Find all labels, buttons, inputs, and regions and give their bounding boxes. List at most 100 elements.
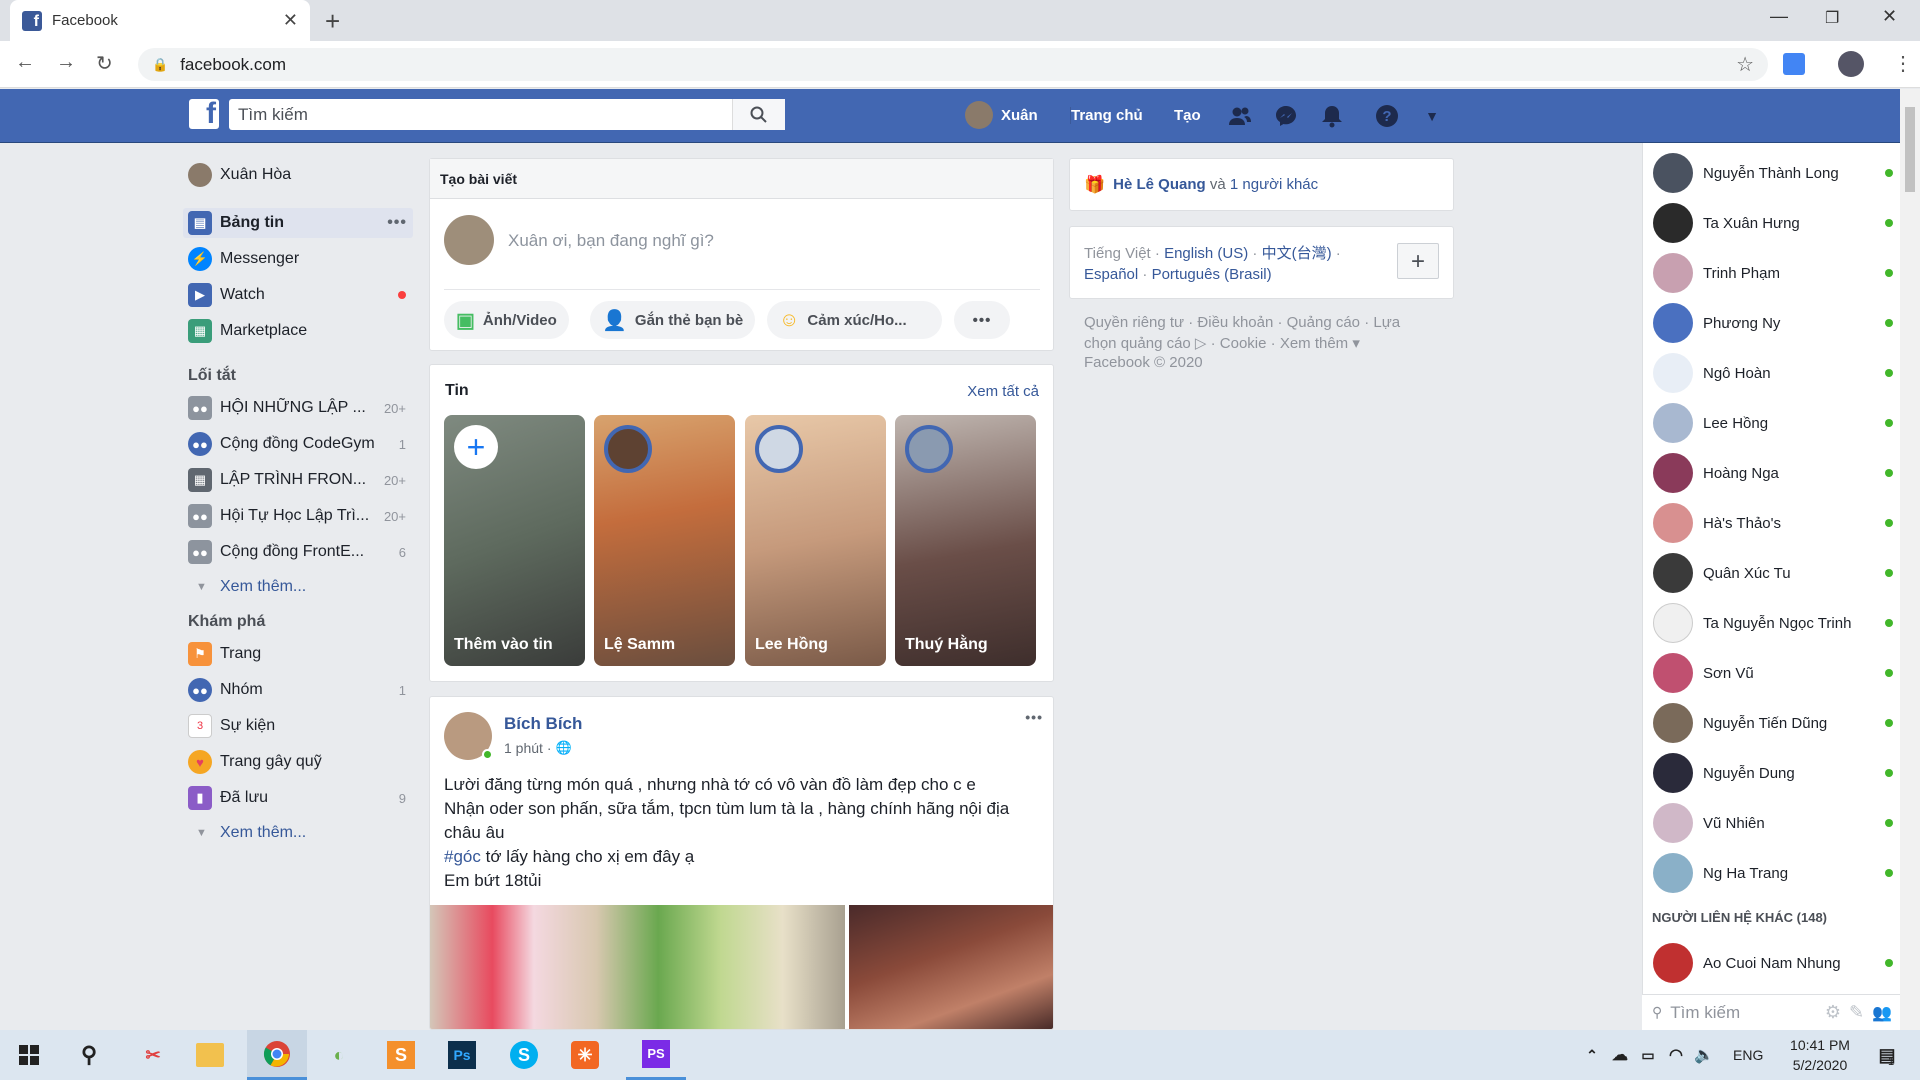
- post-image[interactable]: [849, 905, 1053, 1029]
- home-link[interactable]: Trang chủ: [1070, 107, 1143, 124]
- url-bar[interactable]: 🔒 facebook.com ☆: [138, 48, 1768, 81]
- chat-contact[interactable]: Hà's Thảo's: [1653, 501, 1893, 545]
- close-tab-icon[interactable]: ✕: [283, 10, 298, 31]
- see-more-shortcuts-link[interactable]: ▼ Xem thêm...: [188, 572, 306, 602]
- chat-contact[interactable]: Ao Cuoi Nam Nhung: [1653, 941, 1893, 985]
- clock[interactable]: 10:41 PM 5/2/2020: [1780, 1035, 1860, 1075]
- hashtag-link[interactable]: #góc: [444, 847, 481, 866]
- input-language[interactable]: ENG: [1733, 1047, 1763, 1063]
- chat-contact[interactable]: Quân Xúc Tu: [1653, 551, 1893, 595]
- sidebar-item-marketplace[interactable]: ▦ Marketplace: [188, 316, 307, 346]
- post-options-icon[interactable]: •••: [1025, 709, 1043, 725]
- window-close-icon[interactable]: ✕: [1882, 6, 1897, 27]
- translate-extension-icon[interactable]: [1783, 53, 1805, 75]
- story-item[interactable]: Thuý Hằng: [895, 415, 1036, 666]
- explore-item-saved[interactable]: ▮ Đã lưu 9: [188, 783, 406, 813]
- add-language-button[interactable]: +: [1397, 243, 1439, 279]
- forward-icon[interactable]: →: [56, 51, 76, 74]
- story-add[interactable]: + Thêm vào tin: [444, 415, 585, 666]
- profile-avatar-icon[interactable]: [1838, 51, 1864, 77]
- notifications-bell-icon[interactable]: [1318, 102, 1346, 130]
- chat-contact[interactable]: Ta Xuân Hưng: [1653, 201, 1893, 245]
- chat-contact[interactable]: Nguyễn Dung: [1653, 751, 1893, 795]
- explore-item-pages[interactable]: ⚑ Trang: [188, 639, 406, 669]
- header-profile-link[interactable]: Xuân: [1001, 107, 1038, 124]
- see-more-explore-link[interactable]: ▼ Xem thêm...: [188, 818, 306, 848]
- chat-contact[interactable]: Ta Nguyễn Ngọc Trinh: [1653, 601, 1893, 645]
- page-scrollbar[interactable]: [1900, 89, 1920, 1030]
- xampp-icon[interactable]: ✳: [571, 1041, 599, 1069]
- phpstorm-taskbar-button[interactable]: PS: [626, 1030, 686, 1080]
- coccoc-icon[interactable]: ◐: [322, 1038, 356, 1072]
- story-item[interactable]: Lệ Samm: [594, 415, 735, 666]
- sidebar-item-news-feed[interactable]: ▤ Bảng tin •••: [183, 208, 413, 238]
- photo-video-button[interactable]: ▣ Ảnh/Video: [444, 301, 569, 339]
- browser-tab[interactable]: f Facebook ✕: [10, 0, 310, 41]
- add-story-plus-icon[interactable]: +: [454, 425, 498, 469]
- profile-link[interactable]: Xuân Hòa: [188, 160, 291, 190]
- post-image[interactable]: [430, 905, 845, 1029]
- sublime-text-icon[interactable]: S: [387, 1041, 415, 1069]
- new-message-icon[interactable]: ✎: [1849, 1002, 1864, 1023]
- chat-contact[interactable]: Nguyễn Tiến Dũng: [1653, 701, 1893, 745]
- browser-menu-icon[interactable]: ⋮: [1893, 51, 1913, 76]
- account-menu-chevron-icon[interactable]: ▼: [1418, 102, 1446, 130]
- help-icon[interactable]: ?: [1373, 102, 1401, 130]
- volume-icon[interactable]: 🔈: [1687, 1038, 1721, 1072]
- birthday-others-link[interactable]: 1 người khác: [1230, 176, 1318, 193]
- maximize-icon[interactable]: ❐: [1825, 8, 1839, 28]
- chat-contact[interactable]: Trinh Phạm: [1653, 251, 1893, 295]
- feeling-activity-button[interactable]: ☺ Cảm xúc/Ho...: [767, 301, 942, 339]
- settings-gear-icon[interactable]: ⚙: [1825, 1002, 1841, 1023]
- language-link[interactable]: English (US): [1164, 245, 1248, 262]
- shortcut-item[interactable]: ●● Cộng đồng CodeGym 1: [188, 429, 406, 459]
- story-item[interactable]: Lee Hồng: [745, 415, 886, 666]
- back-icon[interactable]: ←: [15, 51, 35, 74]
- chat-contact[interactable]: Ng Ha Trang: [1653, 851, 1893, 895]
- shortcut-item[interactable]: ●● Cộng đồng FrontE... 6: [188, 537, 406, 567]
- post-author-name[interactable]: Bích Bích: [504, 714, 582, 734]
- minimize-icon[interactable]: —: [1770, 6, 1788, 27]
- file-explorer-icon[interactable]: [196, 1043, 224, 1067]
- chat-contact[interactable]: Ngô Hoàn: [1653, 351, 1893, 395]
- language-link[interactable]: Español: [1084, 266, 1138, 283]
- composer-input[interactable]: Xuân ơi, bạn đang nghĩ gì?: [508, 231, 714, 251]
- bookmark-star-icon[interactable]: ☆: [1736, 52, 1754, 77]
- shortcut-item[interactable]: ●● Hội Tự Học Lập Trì... 20+: [188, 501, 406, 531]
- user-avatar[interactable]: [965, 101, 993, 129]
- shortcut-item[interactable]: ▦ LẬP TRÌNH FRON... 20+: [188, 465, 406, 495]
- explore-item-groups[interactable]: ●● Nhóm 1: [188, 675, 406, 705]
- snipping-tool-icon[interactable]: ✂: [136, 1038, 170, 1072]
- friend-requests-icon[interactable]: [1226, 102, 1254, 130]
- create-group-icon[interactable]: 👥: [1872, 1003, 1892, 1023]
- chat-contact[interactable]: Hoàng Nga: [1653, 451, 1893, 495]
- skype-icon[interactable]: S: [510, 1041, 538, 1069]
- action-center-icon[interactable]: ▤: [1870, 1038, 1904, 1072]
- search-icon[interactable]: [732, 99, 785, 130]
- chat-contact[interactable]: Nguyễn Thành Long: [1653, 151, 1893, 195]
- chat-contact[interactable]: Sơn Vũ: [1653, 651, 1893, 695]
- explore-item-fundraisers[interactable]: ♥ Trang gây quỹ: [188, 747, 406, 777]
- language-link[interactable]: 中文(台灣): [1262, 245, 1332, 262]
- messenger-icon[interactable]: [1272, 102, 1300, 130]
- new-tab-icon[interactable]: +: [325, 6, 340, 37]
- chrome-taskbar-button[interactable]: [247, 1030, 307, 1080]
- windows-start-icon[interactable]: [12, 1038, 46, 1072]
- shortcut-item[interactable]: ●● HỘI NHỮNG LẬP ... 20+: [188, 393, 406, 423]
- post-time[interactable]: 1 phút ·: [504, 740, 551, 756]
- sidebar-item-messenger[interactable]: ⚡ Messenger: [188, 244, 299, 274]
- chat-search-bar[interactable]: ⚲ Tìm kiếm ⚙ ✎ 👥: [1642, 994, 1900, 1030]
- sidebar-item-watch[interactable]: ▶ Watch: [188, 280, 406, 310]
- create-link[interactable]: Tạo: [1174, 107, 1201, 124]
- reload-icon[interactable]: ↻: [96, 51, 113, 76]
- tag-friends-button[interactable]: 👤 Gắn thẻ bạn bè: [590, 301, 756, 339]
- taskbar-search-icon[interactable]: ⚲: [72, 1038, 106, 1072]
- footer-links[interactable]: Quyền riêng tư · Điều khoản · Quảng cáo …: [1084, 312, 1434, 354]
- more-options-icon[interactable]: •••: [387, 214, 407, 232]
- chat-contact[interactable]: Phương Ny: [1653, 301, 1893, 345]
- scrollbar-thumb[interactable]: [1905, 107, 1915, 192]
- see-all-stories-link[interactable]: Xem tất cả: [967, 383, 1039, 400]
- chat-contact[interactable]: Vũ Nhiên: [1653, 801, 1893, 845]
- language-link[interactable]: Português (Brasil): [1152, 266, 1272, 283]
- photoshop-icon[interactable]: Ps: [448, 1041, 476, 1069]
